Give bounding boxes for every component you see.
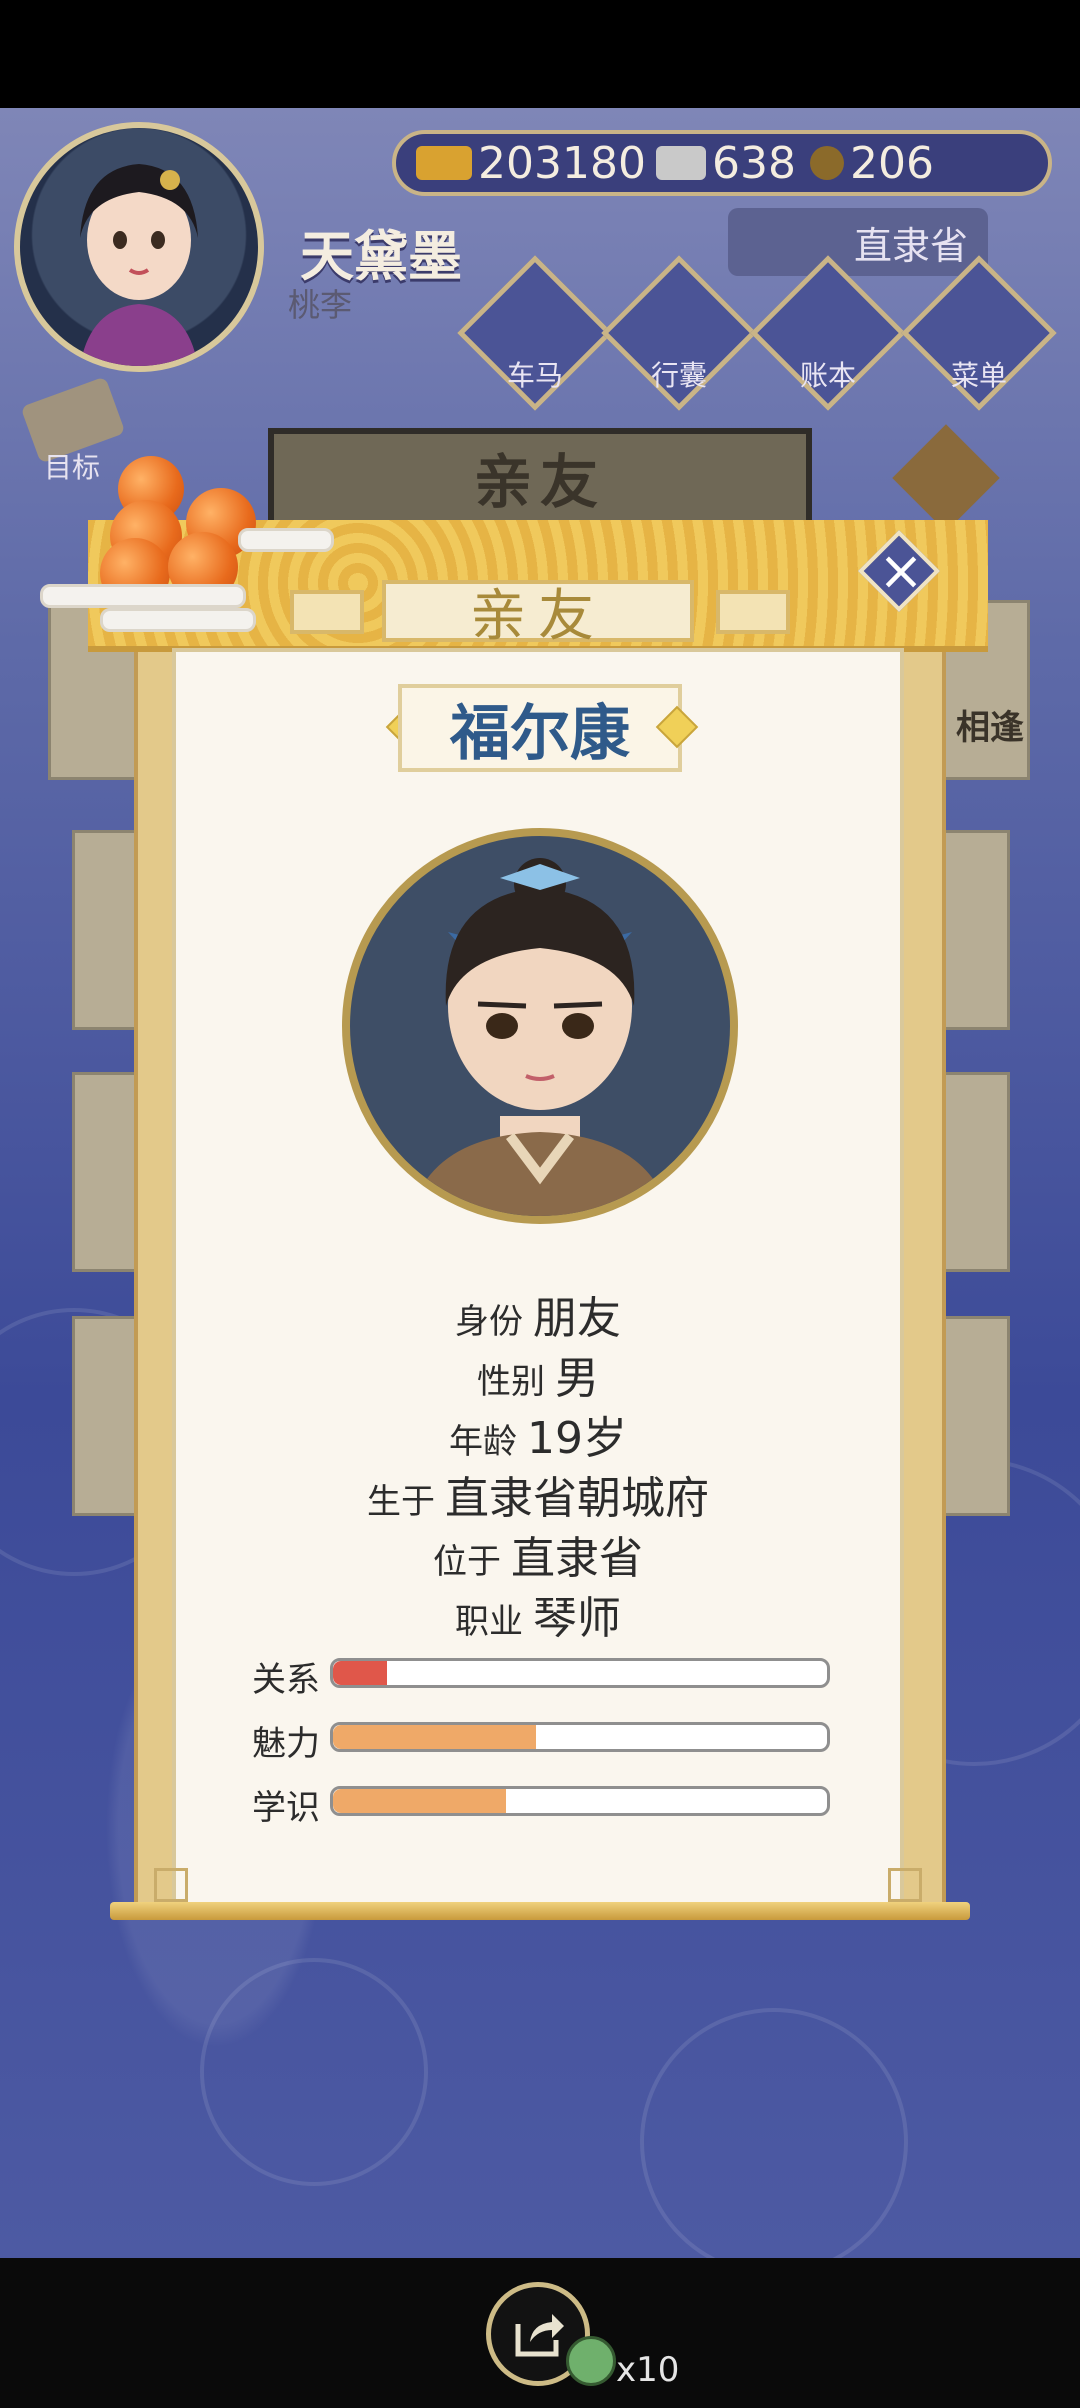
- background-swirl: [640, 2008, 908, 2258]
- encounter-label: 相逢: [956, 708, 1024, 748]
- info-key: 位于: [433, 1542, 501, 1582]
- info-key: 职业: [455, 1602, 523, 1642]
- knowledge-bar-fill: [333, 1789, 506, 1813]
- info-profession: 职业 琴师: [172, 1582, 904, 1646]
- cloud-decoration: [40, 584, 246, 608]
- knowledge-bar: [330, 1786, 830, 1816]
- character-name-plate: 福尔康: [398, 684, 682, 772]
- currency-bar: 203180 638 206: [392, 130, 1052, 196]
- info-value: 直隶省朝城府: [445, 1473, 709, 1524]
- share-reward-count: x10: [616, 2350, 680, 2390]
- cloud-decoration: [100, 608, 256, 632]
- silver-ingot-icon: [655, 146, 706, 180]
- info-key: 性别: [477, 1362, 545, 1402]
- stat-label-charm: 魅力: [252, 1724, 320, 1764]
- reward-token-icon: [566, 2336, 616, 2386]
- copper-coin-icon: [809, 146, 844, 180]
- info-birthplace: 生于 直隶省朝城府: [172, 1462, 904, 1526]
- copper-amount: 206: [849, 137, 934, 189]
- info-key: 生于: [367, 1482, 435, 1522]
- info-key: 年龄: [449, 1422, 517, 1462]
- nav-label-carriage: 车马: [506, 359, 563, 392]
- info-gender: 性别男: [172, 1342, 904, 1406]
- gold-amount: 203180: [478, 137, 646, 189]
- friends-panel-banner: 亲友: [268, 428, 812, 526]
- header-tab-left: [290, 590, 364, 634]
- scroll-bottom-rod: [110, 1902, 970, 1920]
- background-swirl: [200, 1958, 428, 2186]
- player-portrait-icon: [80, 164, 198, 366]
- info-location: 位于 直隶省: [172, 1522, 904, 1586]
- friends-panel-title: 亲友: [473, 448, 606, 516]
- friend-card[interactable]: [940, 1072, 1010, 1272]
- info-value: 直隶省: [511, 1533, 643, 1584]
- stat-label-relationship: 关系: [252, 1660, 320, 1700]
- charm-bar-fill: [333, 1725, 536, 1749]
- header-tab-right: [716, 590, 790, 634]
- nav-label-ledger: 账本: [799, 359, 856, 392]
- corner-ornament: [888, 1868, 922, 1902]
- info-value: 琴师: [533, 1593, 621, 1644]
- friend-card[interactable]: [940, 1316, 1010, 1516]
- relationship-bar-fill: [333, 1661, 388, 1685]
- stat-label-knowledge: 学识: [252, 1788, 320, 1828]
- info-value: 19岁: [527, 1413, 627, 1464]
- friend-card[interactable]: [940, 830, 1010, 1030]
- location-label: 直隶省: [853, 223, 968, 268]
- info-value: 朋友: [533, 1293, 621, 1344]
- info-key: 身份: [455, 1302, 523, 1342]
- share-icon: [515, 2314, 564, 2357]
- player-avatar[interactable]: [14, 122, 264, 372]
- charm-bar: [330, 1722, 830, 1752]
- player-title: 桃李: [288, 286, 353, 324]
- nav-label-menu: 菜单: [950, 359, 1007, 392]
- silver-amount: 638: [711, 137, 796, 189]
- info-identity: 身份 朋友: [172, 1282, 904, 1346]
- dialog-title: 亲友: [470, 583, 606, 649]
- location-badge[interactable]: 直隶省: [728, 208, 988, 276]
- info-age: 年龄 19岁: [172, 1402, 904, 1466]
- cloud-decoration: [238, 528, 334, 552]
- relationship-bar: [330, 1658, 830, 1688]
- corner-ornament: [154, 1868, 188, 1902]
- gold-ingot-icon: [416, 146, 472, 180]
- info-value: 男: [555, 1353, 599, 1404]
- character-portrait-icon: [410, 858, 670, 1216]
- goal-label: 目标: [44, 451, 101, 484]
- character-portrait: [342, 828, 738, 1224]
- close-icon[interactable]: ×: [872, 536, 930, 606]
- dialog-title-box: 亲友: [382, 580, 694, 649]
- nav-label-bag: 行囊: [650, 359, 707, 392]
- character-name: 福尔康: [450, 698, 630, 769]
